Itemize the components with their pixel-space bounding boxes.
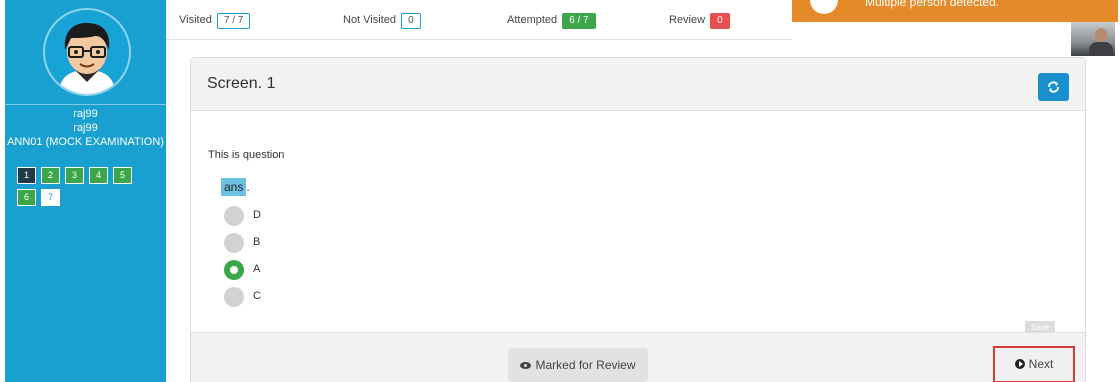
option-d-label: D	[253, 209, 261, 221]
answer-label-highlight: ans	[221, 178, 247, 196]
question-button-2[interactable]: 2	[41, 167, 60, 184]
question-text: This is question	[208, 149, 285, 161]
option-d-radio[interactable]	[224, 206, 244, 226]
next-button[interactable]: Next	[993, 346, 1075, 382]
mark-for-review-label: Marked for Review	[535, 358, 636, 372]
eye-icon	[520, 362, 532, 369]
question-panel: Screen. 1 This is question ans. D B A C …	[190, 57, 1086, 382]
toast-message: Multiple person detected.	[865, 0, 1000, 9]
refresh-icon	[1048, 81, 1059, 93]
status-summary-bar: Visited 7 / 7 Not Visited 0 Attempted 6 …	[166, 0, 792, 40]
option-b-radio[interactable]	[224, 233, 244, 253]
sidebar: raj99 raj99 ANN01 (MOCK EXAMINATION) 1 2…	[5, 0, 166, 382]
option-c-radio[interactable]	[224, 287, 244, 307]
question-button-3[interactable]: 3	[65, 167, 84, 184]
review-stat: Review 0	[669, 13, 730, 29]
exam-page: raj99 raj99 ANN01 (MOCK EXAMINATION) 1 2…	[0, 0, 1120, 382]
username: raj99	[73, 108, 98, 120]
answer-label: ans.	[221, 178, 250, 196]
question-button-1[interactable]: 1	[17, 167, 36, 184]
option-a-radio[interactable]	[224, 260, 244, 280]
visited-count-badge: 7 / 7	[216, 13, 251, 29]
question-button-4[interactable]: 4	[89, 167, 108, 184]
question-button-6[interactable]: 6	[17, 189, 36, 206]
not-visited-count-badge: 0	[401, 13, 421, 29]
warning-icon	[810, 0, 838, 14]
avatar-icon	[59, 22, 115, 94]
attempted-stat: Attempted 6 / 7	[507, 13, 596, 29]
exam-name: ANN01 (MOCK EXAMINATION)	[7, 136, 164, 148]
not-visited-label: Not Visited	[343, 14, 396, 26]
mark-for-review-button[interactable]: Marked for Review	[508, 348, 648, 382]
avatar	[43, 8, 131, 96]
question-body: This is question ans. D B A C	[191, 112, 1085, 332]
attempted-count-badge: 6 / 7	[562, 13, 596, 29]
refresh-button[interactable]	[1038, 73, 1069, 101]
user-id: raj99	[73, 122, 98, 134]
not-visited-stat: Not Visited 0	[343, 13, 421, 29]
sidebar-divider	[5, 104, 166, 105]
visited-label: Visited	[179, 14, 212, 26]
review-label: Review	[669, 14, 706, 26]
question-panel-header: Screen. 1	[191, 58, 1085, 111]
webcam-person-head	[1095, 28, 1107, 42]
webcam-preview	[1071, 22, 1115, 56]
question-panel-footer: Marked for Review Next	[191, 332, 1085, 382]
attempted-label: Attempted	[507, 14, 558, 26]
question-title: Screen. 1	[207, 75, 276, 92]
visited-stat: Visited 7 / 7	[179, 13, 251, 29]
webcam-person-body	[1089, 42, 1113, 56]
answer-label-suffix: .	[246, 180, 250, 194]
question-button-7[interactable]: 7	[41, 189, 60, 206]
question-button-5[interactable]: 5	[113, 167, 132, 184]
option-c-label: C	[253, 290, 261, 302]
next-label: Next	[1028, 357, 1054, 371]
review-count-badge: 0	[710, 13, 730, 29]
option-b-label: B	[253, 236, 261, 248]
chevron-right-circle-icon	[1014, 359, 1025, 369]
warning-toast: Multiple person detected.	[792, 0, 1118, 22]
option-a-label: A	[253, 263, 261, 275]
